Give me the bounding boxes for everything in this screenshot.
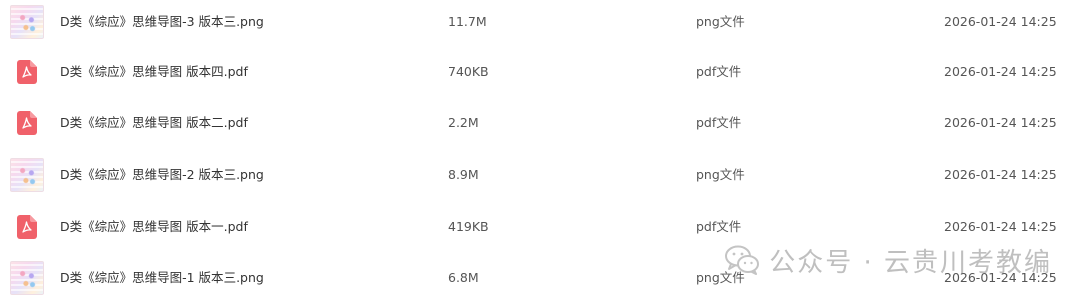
image-thumbnail: [10, 261, 44, 295]
watermark-text: 公众号 · 云贵川考教编: [769, 247, 1052, 278]
file-name[interactable]: D类《综应》思维导图-2 版本三.png: [60, 153, 264, 197]
image-thumbnail: [10, 5, 44, 39]
file-name[interactable]: D类《综应》思维导图 版本四.pdf: [60, 50, 248, 94]
file-row[interactable]: D类《综应》思维导图 版本四.pdf 740KB pdf文件 2026-01-2…: [0, 50, 1080, 94]
file-date: 2026-01-24 14:25: [944, 64, 1057, 79]
file-date: 2026-01-24 14:25: [944, 115, 1057, 130]
wechat-icon: [725, 245, 760, 275]
pdf-icon: [10, 210, 44, 244]
file-type: png文件: [696, 167, 745, 182]
file-name[interactable]: D类《综应》思维导图-1 版本三.png: [60, 256, 264, 300]
file-size: 8.9M: [448, 167, 479, 182]
file-size: 419KB: [448, 219, 489, 234]
image-thumbnail: [10, 158, 44, 192]
pdf-icon: [10, 106, 44, 140]
file-name[interactable]: D类《综应》思维导图-3 版本三.png: [60, 0, 264, 44]
file-name[interactable]: D类《综应》思维导图 版本二.pdf: [60, 101, 248, 145]
pdf-icon: [10, 55, 44, 89]
file-type: png文件: [696, 14, 745, 29]
file-row[interactable]: D类《综应》思维导图-3 版本三.png 11.7M png文件 2026-01…: [0, 0, 1080, 44]
file-size: 6.8M: [448, 270, 479, 285]
file-date: 2026-01-24 14:25: [944, 167, 1057, 182]
file-row[interactable]: D类《综应》思维导图 版本二.pdf 2.2M pdf文件 2026-01-24…: [0, 101, 1080, 145]
file-date: 2026-01-24 14:25: [944, 14, 1057, 29]
file-type: pdf文件: [696, 115, 742, 130]
file-size: 11.7M: [448, 14, 487, 29]
file-name[interactable]: D类《综应》思维导图 版本一.pdf: [60, 205, 248, 249]
file-row[interactable]: D类《综应》思维导图-2 版本三.png 8.9M png文件 2026-01-…: [0, 153, 1080, 197]
file-size: 2.2M: [448, 115, 479, 130]
file-type: pdf文件: [696, 64, 742, 79]
watermark: 公众号 · 云贵川考教编: [725, 240, 1052, 280]
file-size: 740KB: [448, 64, 489, 79]
